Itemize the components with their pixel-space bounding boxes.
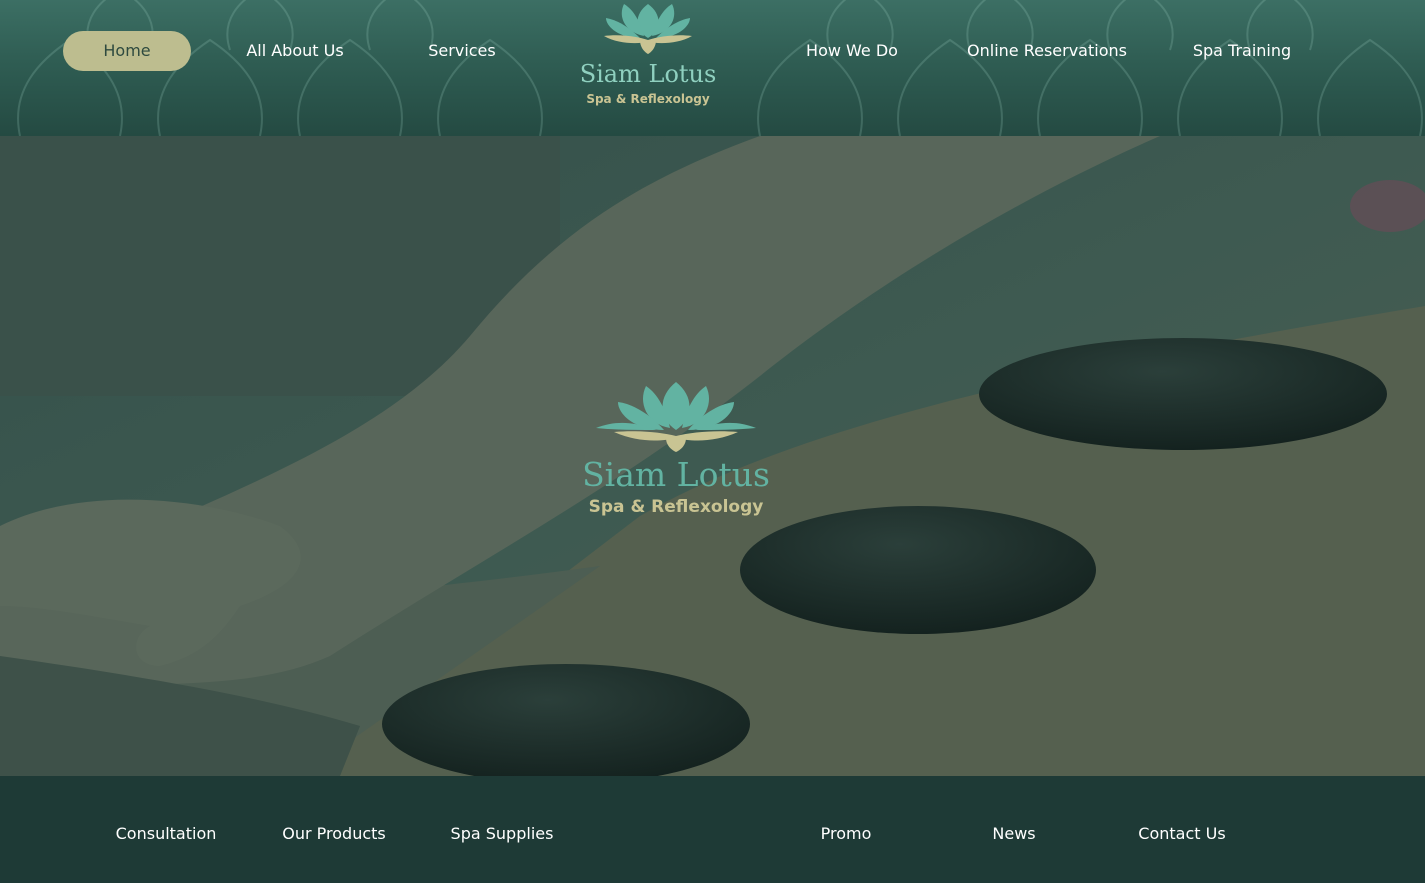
nav-promo[interactable]: Promo bbox=[821, 824, 872, 843]
logo-name: Siam Lotus bbox=[580, 60, 717, 88]
nav-how-we-do[interactable]: How We Do bbox=[800, 31, 904, 71]
hero-siam-lotus-logo: Siam Lotus Spa & Reflexology bbox=[582, 382, 770, 517]
hero-logo-tagline: Spa & Reflexology bbox=[589, 497, 764, 517]
site-header: Home All About Us Services Siam Lotus Sp… bbox=[0, 0, 1425, 136]
nav-news[interactable]: News bbox=[992, 824, 1035, 843]
nav-spa-supplies[interactable]: Spa Supplies bbox=[451, 824, 554, 843]
nav-online-reservations[interactable]: Online Reservations bbox=[962, 31, 1132, 71]
logo-tagline: Spa & Reflexology bbox=[586, 92, 709, 106]
nav-all-about-us[interactable]: All About Us bbox=[238, 31, 352, 71]
nav-home[interactable]: Home bbox=[63, 31, 191, 71]
nav-consultation[interactable]: Consultation bbox=[116, 824, 217, 843]
secondary-nav: Consultation Our Products Spa Supplies P… bbox=[0, 776, 1425, 883]
siam-lotus-logo[interactable]: Siam Lotus Spa & Reflexology bbox=[572, 0, 724, 112]
nav-contact-us[interactable]: Contact Us bbox=[1138, 824, 1225, 843]
nav-services[interactable]: Services bbox=[418, 31, 506, 71]
hero-banner: Siam Lotus Spa & Reflexology bbox=[0, 136, 1425, 776]
hero-logo-name: Siam Lotus bbox=[582, 455, 770, 494]
nav-our-products[interactable]: Our Products bbox=[282, 824, 385, 843]
nav-spa-training[interactable]: Spa Training bbox=[1186, 31, 1298, 71]
